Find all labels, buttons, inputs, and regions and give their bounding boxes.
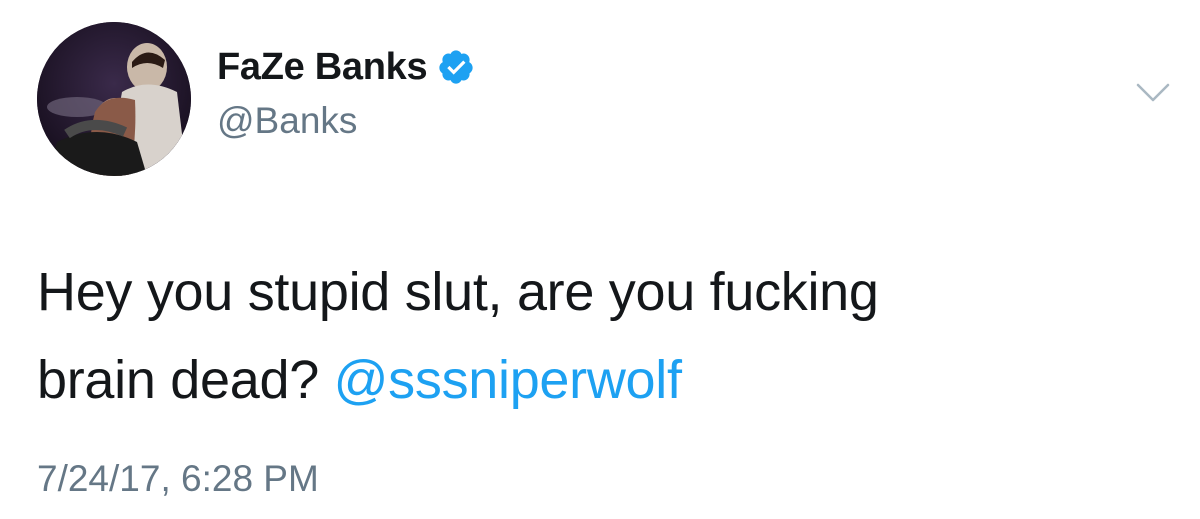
avatar-photo [37,22,191,176]
tweet-card: FaZe Banks @Banks Hey you stupid slut, a… [0,0,1200,519]
verified-badge-icon [439,50,473,84]
user-handle[interactable]: @Banks [217,100,357,142]
display-name-row[interactable]: FaZe Banks [217,44,475,90]
tweet-timestamp[interactable]: 7/24/17, 6:28 PM [37,458,319,500]
display-name[interactable]: FaZe Banks [217,46,428,89]
tweet-text: Hey you stupid slut, are you fucking bra… [37,248,1157,424]
tweet-text-line-1: Hey you stupid slut, are you fucking [37,262,879,322]
avatar[interactable] [37,22,191,176]
mention-link[interactable]: @sssniperwolf [334,350,682,410]
tweet-text-line-2: brain dead? [37,350,319,410]
chevron-down-icon[interactable] [1135,82,1171,104]
